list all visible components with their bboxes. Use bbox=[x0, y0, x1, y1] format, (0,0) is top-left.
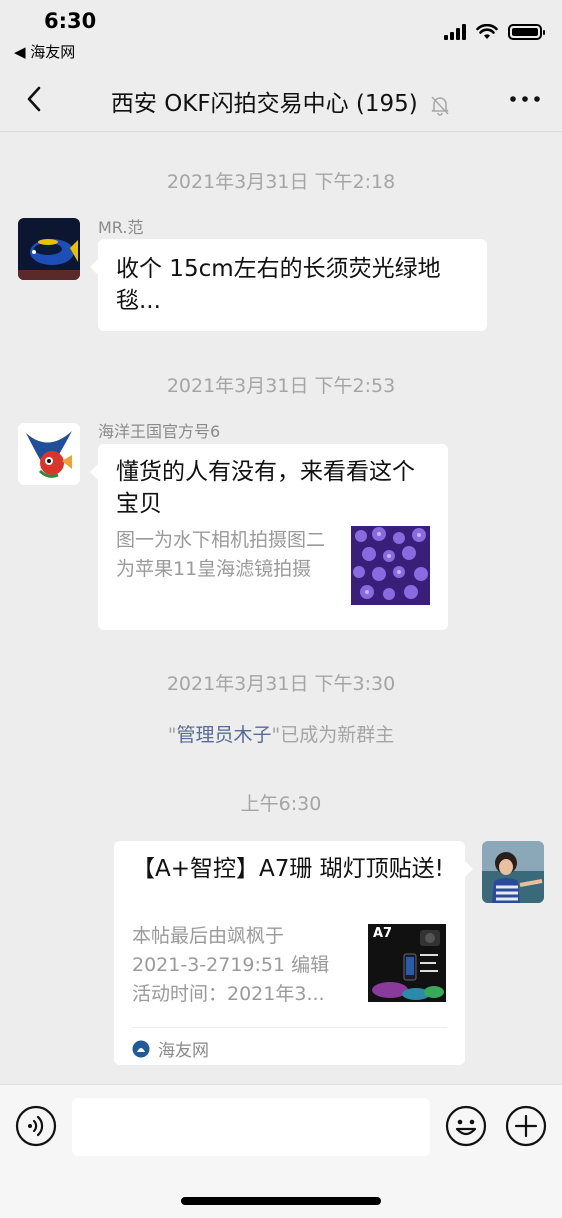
message-input[interactable] bbox=[72, 1098, 430, 1156]
timestamp: 2021年3月31日 下午3:30 bbox=[166, 673, 396, 695]
system-message: "管理员木子"已成为新群主 bbox=[0, 720, 562, 747]
avatar-ocean-kingdom[interactable] bbox=[18, 423, 80, 485]
sender-name: MR.范 bbox=[98, 218, 144, 237]
chat-messages[interactable]: 2021年3月31日 下午2:18 MR.范 收个 15cm左右的长须荧光绿地毯… bbox=[0, 132, 562, 1084]
card-thumbnail: A7 bbox=[368, 924, 446, 1002]
shared-link-card[interactable]: 懂货的人有没有，来看看这个宝贝 图一为水下相机拍摄图二为苹果11皇海滤镜拍摄 bbox=[90, 444, 448, 630]
chat-title[interactable]: 西安 OKF闪拍交易中心 (195) bbox=[0, 84, 562, 118]
bell-off-icon bbox=[431, 95, 449, 116]
card-title: 【A+智控】A7珊 瑚灯顶贴送! bbox=[132, 856, 444, 882]
card-description-line: 本帖最后由飒枫于 bbox=[132, 925, 285, 947]
system-message-text: "已成为新群主 bbox=[271, 724, 395, 746]
wifi-icon bbox=[476, 24, 498, 39]
status-bar: 6:30 ◀ 海友网 bbox=[0, 0, 562, 66]
timestamp: 2021年3月31日 下午2:18 bbox=[166, 171, 396, 193]
home-indicator[interactable] bbox=[181, 1197, 381, 1205]
chat-title-text: 西安 OKF闪拍交易中心 (195) bbox=[110, 91, 418, 117]
sender-name: 海洋王国官方号6 bbox=[98, 422, 221, 441]
avatar-mr-fan[interactable] bbox=[18, 218, 80, 280]
new-owner-link[interactable]: 管理员木子 bbox=[176, 724, 271, 746]
plus-icon[interactable] bbox=[505, 1105, 547, 1147]
shared-link-card[interactable]: 【A+智控】A7珊 瑚灯顶贴送! 本帖最后由飒枫于 2021-3-2719:51… bbox=[114, 841, 473, 1065]
cellular-signal-icon bbox=[444, 24, 466, 40]
status-time: 6:30 bbox=[44, 9, 97, 33]
card-thumbnail bbox=[351, 526, 430, 605]
timestamp: 上午6:30 bbox=[240, 793, 322, 815]
voice-icon[interactable] bbox=[15, 1105, 57, 1147]
more-icon[interactable] bbox=[508, 88, 542, 110]
card-description: 图一为水下相机拍摄图二为苹果11皇海滤镜拍摄 bbox=[116, 529, 326, 580]
haiyou-logo-icon bbox=[132, 1040, 150, 1057]
battery-icon bbox=[508, 24, 545, 40]
back-to-app-link[interactable]: ◀ 海友网 bbox=[14, 41, 75, 62]
message-text: 收个 15cm左右的长须荧光绿地毯... bbox=[116, 256, 441, 314]
card-divider bbox=[132, 1027, 447, 1028]
status-icons bbox=[444, 24, 545, 40]
card-description: 本帖最后由飒枫于 2021-3-2719:51 编辑 活动时间：2021年3..… bbox=[132, 922, 357, 1009]
emoji-icon[interactable] bbox=[445, 1105, 487, 1147]
card-source-name: 海友网 bbox=[158, 1041, 209, 1061]
card-source: 海友网 bbox=[132, 1036, 209, 1061]
timestamp: 2021年3月31日 下午2:53 bbox=[166, 375, 396, 397]
avatar-self[interactable] bbox=[482, 841, 544, 903]
chat-header: 西安 OKF闪拍交易中心 (195) bbox=[0, 66, 562, 132]
card-description-line: 2021-3-2719:51 编辑 bbox=[132, 954, 330, 976]
card-title: 懂货的人有没有，来看看这个宝贝 bbox=[116, 459, 415, 517]
message-bubble[interactable]: 收个 15cm左右的长须荧光绿地毯... bbox=[90, 239, 487, 331]
card-description-line: 活动时间：2021年3... bbox=[132, 983, 325, 1005]
